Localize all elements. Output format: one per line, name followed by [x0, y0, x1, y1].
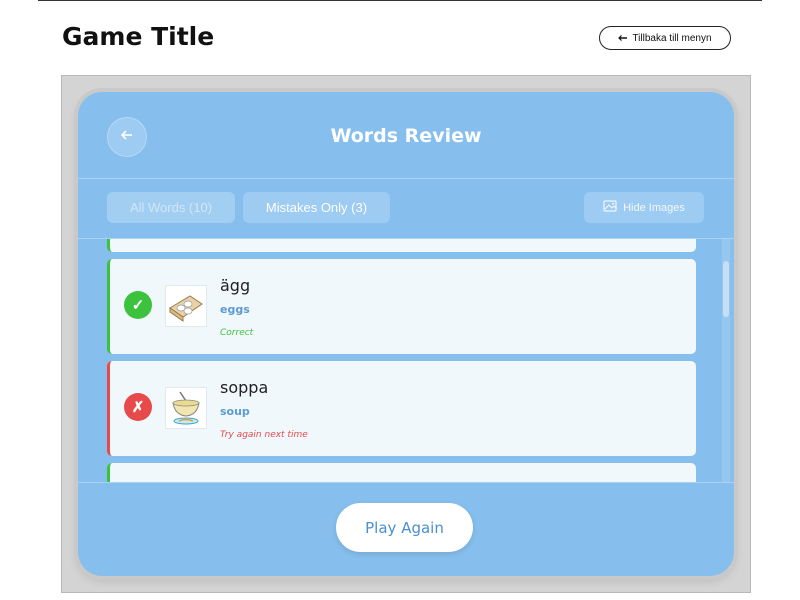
hide-images-button[interactable]: Hide Images	[584, 192, 704, 223]
list-item: ✓ ägg eggs Correct	[107, 259, 696, 354]
result-text: Correct	[220, 328, 254, 338]
page-title: Game Title	[62, 22, 215, 51]
panel-header: Words Review	[78, 92, 734, 179]
image-icon	[603, 200, 617, 215]
list-item: ✗ soppa soup Try again next time	[107, 361, 696, 456]
list-item-partial-top	[107, 239, 696, 252]
scrollbar-thumb[interactable]	[723, 261, 729, 317]
x-icon: ✗	[124, 393, 152, 421]
soup-bowl-image	[165, 387, 207, 429]
tab-all-words[interactable]: All Words (10)	[107, 192, 235, 223]
word-list[interactable]: ✓ ägg eggs Correct ✗ soppa soup Try agai…	[78, 239, 734, 482]
back-to-menu-label: Tillbaka till menyn	[632, 32, 712, 44]
egg-carton-image	[165, 285, 207, 327]
words-review-panel: Words Review All Words (10) Mistakes Onl…	[78, 92, 734, 576]
footer-divider	[78, 482, 734, 483]
word-text: soppa	[220, 378, 269, 397]
panel-title: Words Review	[330, 125, 482, 147]
result-text: Try again next time	[220, 430, 308, 440]
hide-images-label: Hide Images	[623, 201, 685, 214]
back-to-menu-button[interactable]: Tillbaka till menyn	[599, 26, 731, 50]
arrow-left-icon	[618, 33, 628, 44]
translation-text: eggs	[220, 303, 250, 316]
list-item-partial-bottom	[107, 463, 696, 482]
check-icon: ✓	[124, 291, 152, 319]
translation-text: soup	[220, 405, 250, 418]
tab-mistakes-only[interactable]: Mistakes Only (3)	[243, 192, 390, 223]
play-again-button[interactable]: Play Again	[336, 503, 473, 552]
word-text: ägg	[220, 276, 251, 295]
top-divider	[38, 0, 762, 1]
